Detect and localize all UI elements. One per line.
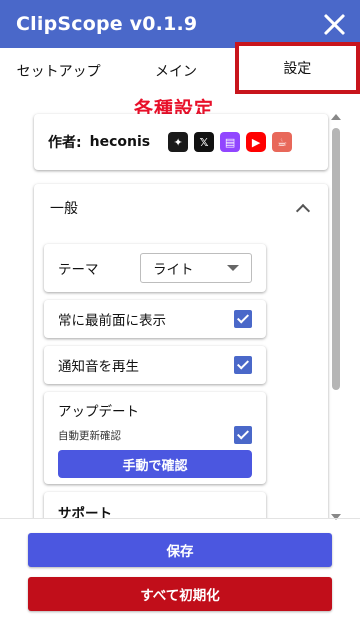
theme-select[interactable]: ライト <box>140 253 252 283</box>
footer: 保存 すべて初期化 <box>0 518 360 640</box>
reset-all-button[interactable]: すべて初期化 <box>28 577 332 611</box>
notification-sound-checkbox[interactable] <box>234 356 252 374</box>
support-title: サポート <box>58 506 112 518</box>
social-links: ✦ 𝕏 ▤ ▶ ☕ <box>168 132 293 152</box>
notification-sound-label: 通知音を再生 <box>58 359 139 375</box>
chevron-up-icon[interactable] <box>295 203 311 218</box>
theme-label: テーマ <box>58 262 99 278</box>
close-icon[interactable] <box>322 12 346 36</box>
settings-scroll-area: 作者: heconis ✦ 𝕏 ▤ ▶ ☕ 一般 テーマ ライト 常に最前面に表… <box>16 100 346 518</box>
tab-setup[interactable]: セットアップ <box>0 48 117 94</box>
auto-check-row: 自動更新確認 <box>58 426 252 444</box>
app-title: ClipScope v0.1.9 <box>16 13 198 35</box>
always-on-top-setting: 常に最前面に表示 <box>44 300 266 338</box>
author-card: 作者: heconis ✦ 𝕏 ▤ ▶ ☕ <box>34 114 328 170</box>
youtube-icon[interactable]: ▶ <box>246 132 267 152</box>
tab-main[interactable]: メイン <box>117 48 234 94</box>
support-setting: サポート <box>44 492 266 518</box>
scrollbar[interactable] <box>330 112 342 520</box>
auto-check-label: 自動更新確認 <box>58 429 121 442</box>
tab-bar: セットアップ メイン 設定 <box>0 42 360 94</box>
notification-sound-setting: 通知音を再生 <box>44 346 266 384</box>
always-on-top-label: 常に最前面に表示 <box>58 313 166 329</box>
scrollbar-thumb[interactable] <box>332 128 340 390</box>
author-label: 作者: <box>48 135 82 151</box>
theme-setting: テーマ ライト <box>44 244 266 292</box>
update-title: アップデート <box>58 404 139 420</box>
general-header[interactable]: 一般 <box>34 184 328 232</box>
author-name: heconis <box>89 134 151 150</box>
save-button[interactable]: 保存 <box>28 533 332 567</box>
scroll-up-icon[interactable] <box>331 114 341 120</box>
twitch-icon[interactable]: ▤ <box>220 132 241 152</box>
x-icon[interactable]: 𝕏 <box>194 132 215 152</box>
always-on-top-checkbox[interactable] <box>234 310 252 328</box>
app-icon[interactable]: ✦ <box>168 132 189 152</box>
title-bar: ClipScope v0.1.9 <box>0 0 360 48</box>
update-setting: アップデート 自動更新確認 手動で確認 <box>44 392 266 484</box>
theme-value: ライト <box>153 262 194 278</box>
general-title: 一般 <box>50 201 78 217</box>
kofi-icon[interactable]: ☕ <box>272 132 293 152</box>
tab-settings[interactable]: 設定 <box>234 42 360 94</box>
auto-check-checkbox[interactable] <box>234 426 252 444</box>
dropdown-arrow-icon <box>227 265 239 271</box>
manual-check-button[interactable]: 手動で確認 <box>58 450 252 478</box>
